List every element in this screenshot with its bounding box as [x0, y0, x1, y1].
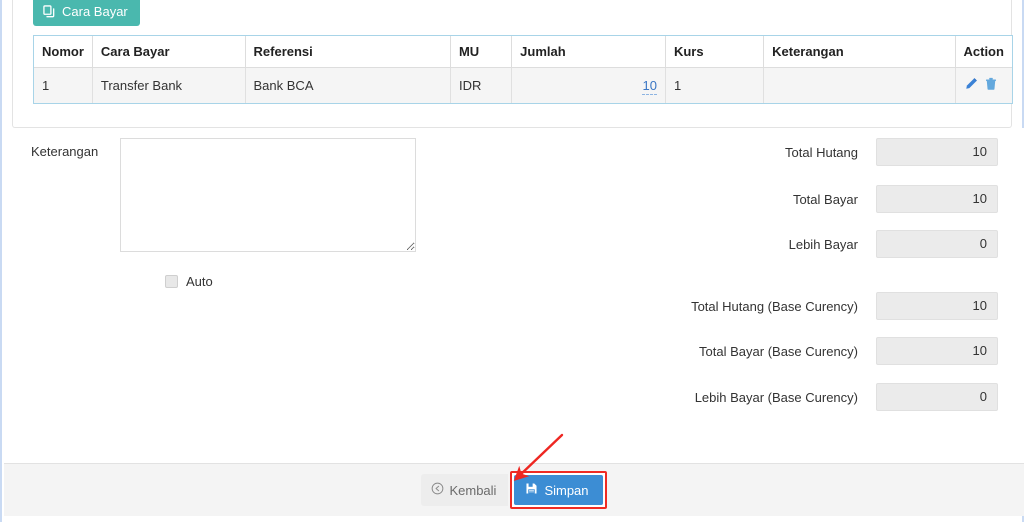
copy-icon — [43, 5, 56, 18]
cell-keterangan — [764, 68, 955, 104]
trash-icon[interactable] — [984, 77, 998, 94]
simpan-button[interactable]: Simpan — [514, 475, 602, 505]
lebih-bayar-base-label: Lebih Bayar (Base Curency) — [695, 390, 858, 405]
col-header-mu: MU — [450, 36, 511, 68]
total-hutang-label: Total Hutang — [785, 145, 858, 160]
cell-action — [955, 68, 1012, 104]
lebih-bayar-value: 0 — [876, 230, 998, 258]
lebih-bayar-label: Lebih Bayar — [789, 237, 858, 252]
payment-panel-body: Cara Bayar Nomor Cara Bayar Referensi MU… — [12, 0, 1012, 128]
cara-bayar-button[interactable]: Cara Bayar — [33, 0, 140, 26]
col-header-keterangan: Keterangan — [764, 36, 955, 68]
form-footer: Kembali Simpan — [4, 464, 1024, 516]
total-hutang-row: Total Hutang 10 — [785, 138, 998, 166]
lebih-bayar-row: Lebih Bayar 0 — [789, 230, 998, 258]
cell-mu: IDR — [450, 68, 511, 104]
table-header-row: Nomor Cara Bayar Referensi MU Jumlah Kur… — [34, 36, 1012, 68]
auto-checkbox[interactable] — [165, 275, 178, 288]
jumlah-editable-link[interactable]: 10 — [642, 78, 656, 95]
save-button-highlight: Simpan — [510, 471, 606, 509]
keterangan-textarea[interactable] — [120, 138, 416, 252]
col-header-cara-bayar: Cara Bayar — [92, 36, 245, 68]
simpan-button-label: Simpan — [544, 483, 588, 498]
app-screen: Cara Bayar Nomor Cara Bayar Referensi MU… — [0, 0, 1024, 522]
cell-jumlah: 10 — [512, 68, 666, 104]
payment-table: Nomor Cara Bayar Referensi MU Jumlah Kur… — [34, 36, 1012, 103]
col-header-jumlah: Jumlah — [512, 36, 666, 68]
payment-table-wrapper: Nomor Cara Bayar Referensi MU Jumlah Kur… — [33, 35, 1013, 104]
total-hutang-base-row: Total Hutang (Base Curency) 10 — [691, 292, 998, 320]
keterangan-label: Keterangan — [31, 144, 98, 159]
total-bayar-row: Total Bayar 10 — [793, 185, 998, 213]
floppy-disk-icon — [525, 482, 538, 498]
cell-nomor: 1 — [34, 68, 92, 104]
cell-cara-bayar: Transfer Bank — [92, 68, 245, 104]
total-bayar-base-value: 10 — [876, 337, 998, 365]
arrow-circle-left-icon — [431, 482, 444, 498]
col-header-kurs: Kurs — [665, 36, 763, 68]
total-bayar-base-label: Total Bayar (Base Curency) — [699, 344, 858, 359]
cell-referensi: Bank BCA — [245, 68, 450, 104]
kembali-button[interactable]: Kembali — [421, 474, 508, 506]
pencil-icon[interactable] — [964, 77, 978, 94]
cara-bayar-button-label: Cara Bayar — [62, 5, 128, 18]
lebih-bayar-base-value: 0 — [876, 383, 998, 411]
total-bayar-base-row: Total Bayar (Base Curency) 10 — [699, 337, 998, 365]
total-bayar-value: 10 — [876, 185, 998, 213]
payment-table-body: 1 Transfer Bank Bank BCA IDR 10 1 — [34, 68, 1012, 104]
total-hutang-value: 10 — [876, 138, 998, 166]
cell-kurs: 1 — [665, 68, 763, 104]
table-row: 1 Transfer Bank Bank BCA IDR 10 1 — [34, 68, 1012, 104]
col-header-nomor: Nomor — [34, 36, 92, 68]
auto-label: Auto — [186, 274, 213, 289]
col-header-referensi: Referensi — [245, 36, 450, 68]
total-hutang-base-value: 10 — [876, 292, 998, 320]
total-bayar-label: Total Bayar — [793, 192, 858, 207]
lebih-bayar-base-row: Lebih Bayar (Base Curency) 0 — [695, 383, 998, 411]
kembali-button-label: Kembali — [449, 483, 496, 498]
page-panel: Cara Bayar Nomor Cara Bayar Referensi MU… — [0, 0, 1024, 522]
col-header-action: Action — [955, 36, 1012, 68]
auto-checkbox-row[interactable]: Auto — [165, 274, 213, 289]
total-hutang-base-label: Total Hutang (Base Curency) — [691, 299, 858, 314]
payment-table-head: Nomor Cara Bayar Referensi MU Jumlah Kur… — [34, 36, 1012, 68]
